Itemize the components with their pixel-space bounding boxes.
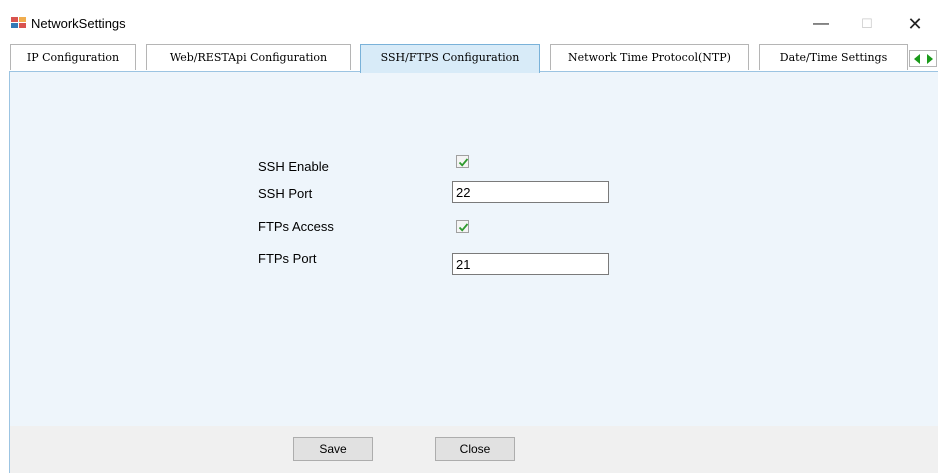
checkmark-icon (458, 223, 469, 232)
tab-ssh-ftps-configuration[interactable]: SSH/FTPS Configuration (360, 44, 540, 73)
ssh-port-input[interactable] (452, 181, 609, 203)
tab-network-time-protocol[interactable]: Network Time Protocol(NTP) (550, 44, 749, 70)
tab-scroll-arrows[interactable] (909, 50, 937, 67)
ftps-access-label: FTPs Access (258, 219, 334, 234)
checkmark-icon (458, 158, 469, 167)
save-button[interactable]: Save (293, 437, 373, 461)
arrow-left-icon[interactable] (914, 54, 920, 64)
title-bar: NetworkSettings — ☐ ✕ (0, 0, 938, 40)
ssh-enable-label: SSH Enable (258, 159, 329, 174)
ftps-port-label: FTPs Port (258, 251, 317, 266)
minimize-icon[interactable]: — (798, 10, 844, 38)
arrow-right-icon[interactable] (927, 54, 933, 64)
tab-ip-configuration[interactable]: IP Configuration (10, 44, 136, 70)
tab-date-time-settings[interactable]: Date/Time Settings (759, 44, 908, 70)
ssh-enable-checkbox[interactable] (456, 155, 469, 168)
ftps-access-checkbox[interactable] (456, 220, 469, 233)
tab-web-restapi-configuration[interactable]: Web/RESTApi Configuration (146, 44, 351, 70)
ssh-port-label: SSH Port (258, 186, 313, 201)
close-icon[interactable]: ✕ (892, 10, 938, 38)
app-icon (11, 17, 26, 29)
maximize-icon[interactable]: ☐ (844, 10, 890, 38)
ftps-port-input[interactable] (452, 253, 609, 275)
tab-content-panel (9, 71, 938, 426)
window-title: NetworkSettings (31, 16, 126, 31)
close-button[interactable]: Close (435, 437, 515, 461)
